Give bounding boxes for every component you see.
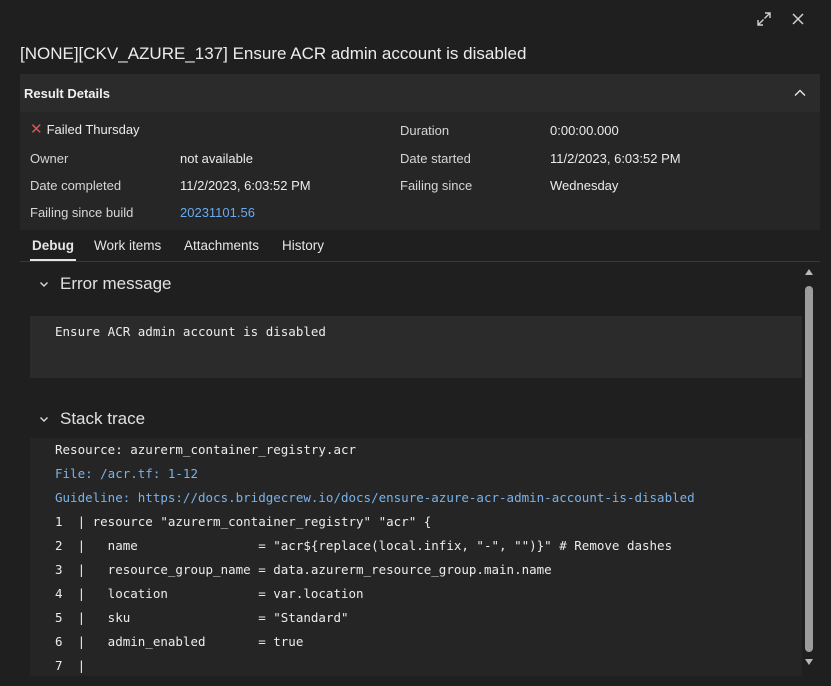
window-controls [755,10,807,28]
chevron-down-icon[interactable] [38,413,50,425]
debug-content: Error message Ensure ACR admin account i… [22,262,802,676]
stack-trace-title: Stack trace [60,409,146,428]
close-icon[interactable] [789,10,807,28]
code-line: 3 | resource_group_name = data.azurerm_r… [55,562,552,577]
expand-icon[interactable] [755,10,773,28]
tab-bar: Debug Work items Attachments History [20,230,820,262]
error-message-header[interactable]: Error message [38,274,171,294]
stack-trace-header[interactable]: Stack trace [38,409,145,429]
result-details-header[interactable]: Result Details [20,74,820,112]
chevron-down-icon[interactable] [38,278,50,290]
error-message-title: Error message [60,274,172,293]
error-message-box: Ensure ACR admin account is disabled [30,316,802,378]
status-text: Failed Thursday [46,122,140,137]
failing-since-label: Failing since [400,178,473,193]
result-details-panel: [NONE][CKV_AZURE_137] Ensure ACR admin a… [0,0,831,686]
page-title: [NONE][CKV_AZURE_137] Ensure ACR admin a… [20,44,527,63]
tab-history[interactable]: History [282,238,324,253]
tab-attachments[interactable]: Attachments [184,238,259,253]
code-line: 2 | name = "acr${replace(local.infix, "-… [55,538,673,553]
date-completed-label: Date completed [30,178,122,193]
failing-since-value: Wednesday [550,178,619,193]
status-row: ✕ Failed Thursday [30,120,140,138]
fail-x-icon: ✕ [30,121,43,138]
code-line: 7 | [55,658,86,673]
code-line: 4 | location = var.location [55,586,364,601]
resource-line: Resource: azurerm_container_registry.acr [55,442,357,457]
code-line: 6 | admin_enabled = true [55,634,304,649]
scroll-down-arrow-icon[interactable] [804,658,814,666]
result-details-label: Result Details [24,85,110,101]
owner-label: Owner [30,151,69,166]
code-line: 1 | resource "azurerm_container_registry… [55,514,432,529]
duration-label: Duration [400,123,450,138]
scroll-up-arrow-icon[interactable] [804,268,814,276]
tab-debug[interactable]: Debug [30,238,76,261]
error-message-text: Ensure ACR admin account is disabled [55,324,326,339]
code-line: 5 | sku = "Standard" [55,610,349,625]
file-line[interactable]: File: /acr.tf: 1-12 [55,466,198,481]
date-started-label: Date started [400,151,471,166]
tab-work-items[interactable]: Work items [94,238,161,253]
owner-value: not available [180,151,253,166]
date-completed-value: 11/2/2023, 6:03:52 PM [180,178,311,193]
failing-since-build-label: Failing since build [30,205,134,220]
duration-value: 0:00:00.000 [550,123,619,138]
stack-trace-box: Resource: azurerm_container_registry.acr… [30,438,802,676]
guideline-line[interactable]: Guideline: https://docs.bridgecrew.io/do… [55,490,695,505]
result-details-body: ✕ Failed Thursday Owner not available Dat… [20,112,820,230]
chevron-up-icon[interactable] [792,85,808,101]
date-started-value: 11/2/2023, 6:03:52 PM [550,151,681,166]
failing-since-build-link[interactable]: 20231101.56 [180,205,255,220]
scrollbar-thumb[interactable] [805,286,813,652]
